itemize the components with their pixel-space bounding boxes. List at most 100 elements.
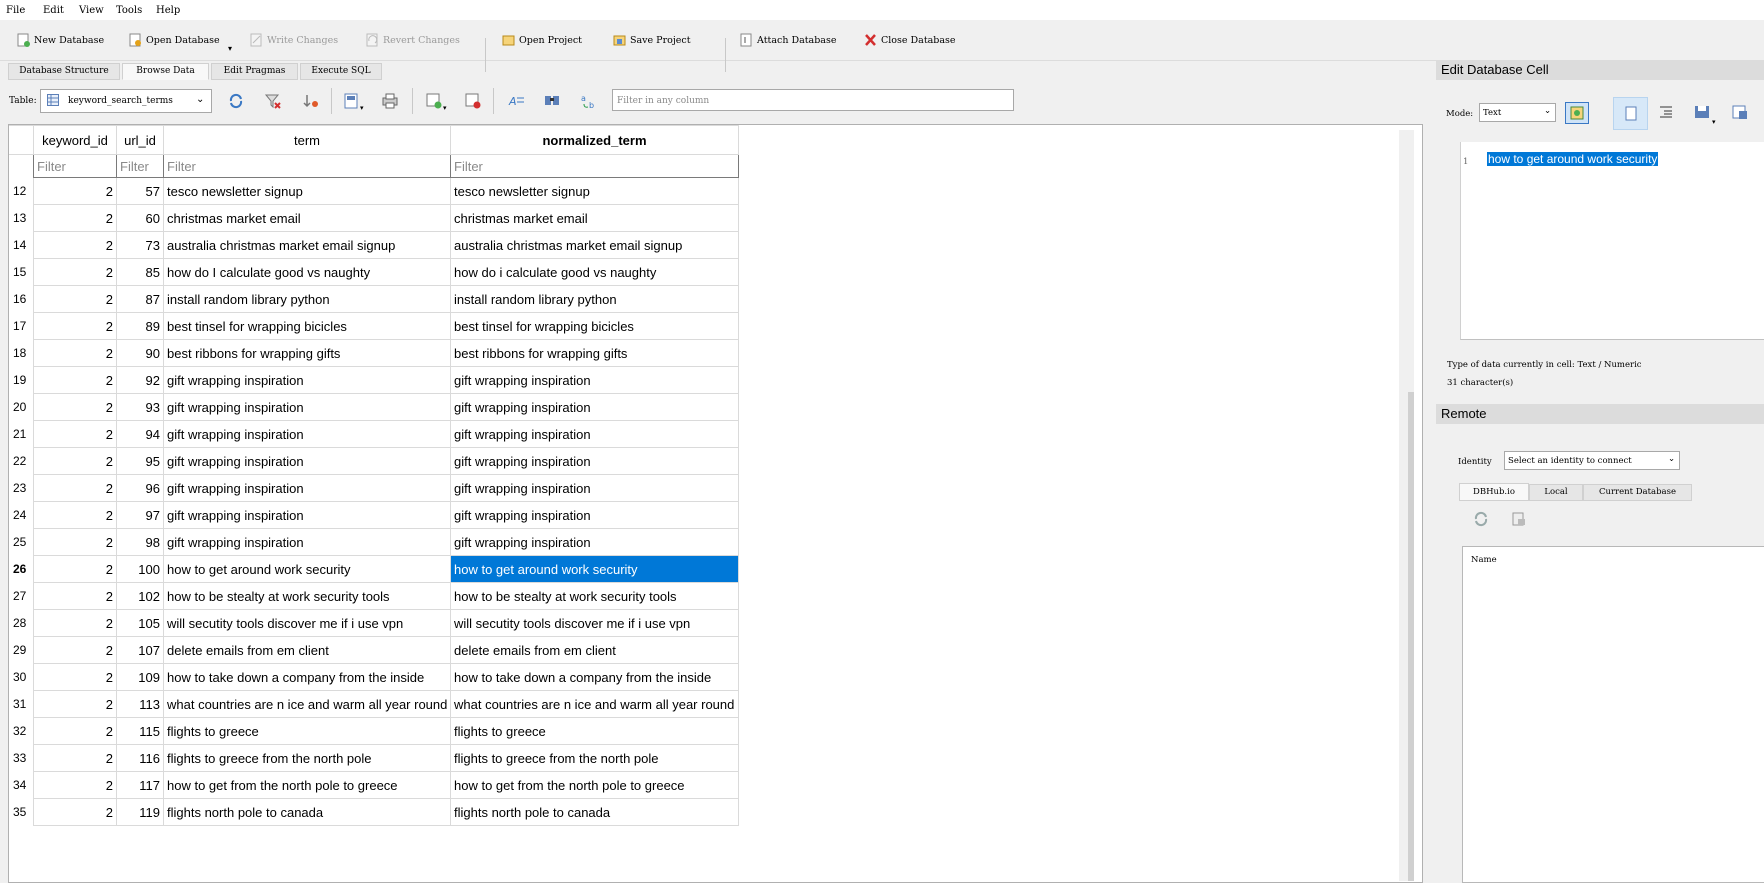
cell-url-id[interactable]: 98: [116, 528, 164, 556]
table-row[interactable]: 24 2 97 gift wrapping inspiration gift wrapp…: [9, 501, 739, 529]
row-number[interactable]: 30: [9, 663, 34, 691]
cell-term[interactable]: australia christmas market email signup: [163, 231, 451, 259]
auto-switch-mode-button[interactable]: [1565, 102, 1589, 124]
cell-term[interactable]: gift wrapping inspiration: [163, 528, 451, 556]
cell-term[interactable]: tesco newsletter signup: [163, 177, 451, 205]
cell-normalized-term[interactable]: tesco newsletter signup: [450, 177, 739, 205]
table-row[interactable]: 29 2 107 delete emails from em client delete…: [9, 636, 739, 664]
cell-term[interactable]: gift wrapping inspiration: [163, 366, 451, 394]
table-row[interactable]: 12 2 57 tesco newsletter signup tesco newsle…: [9, 177, 739, 205]
cell-keyword-id[interactable]: 2: [33, 312, 117, 340]
table-row[interactable]: 15 2 85 how do I calculate good vs naughty h…: [9, 258, 739, 286]
menu-tools[interactable]: Tools: [116, 5, 142, 16]
cell-keyword-id[interactable]: 2: [33, 771, 117, 799]
scrollbar-thumb[interactable]: [1408, 392, 1414, 881]
cell-normalized-term[interactable]: gift wrapping inspiration: [450, 447, 739, 475]
tab-database-structure[interactable]: Database Structure: [8, 63, 120, 80]
cell-url-id[interactable]: 90: [116, 339, 164, 367]
cell-keyword-id[interactable]: 2: [33, 231, 117, 259]
find-icon[interactable]: [543, 92, 561, 110]
cell-term[interactable]: how to get around work security: [163, 555, 451, 583]
row-number[interactable]: 15: [9, 258, 34, 286]
table-row[interactable]: 14 2 73 australia christmas market email si…: [9, 231, 739, 259]
editor-content[interactable]: how to get around work security: [1487, 152, 1659, 166]
table-row[interactable]: 34 2 117 how to get from the north pole to …: [9, 771, 739, 799]
cell-url-id[interactable]: 95: [116, 447, 164, 475]
column-header-normalized-term[interactable]: normalized_term: [450, 125, 739, 155]
cell-term[interactable]: christmas market email: [163, 204, 451, 232]
cell-term[interactable]: flights to greece: [163, 717, 451, 745]
cell-keyword-id[interactable]: 2: [33, 285, 117, 313]
cell-keyword-id[interactable]: 2: [33, 744, 117, 772]
cell-keyword-id[interactable]: 2: [33, 555, 117, 583]
table-row[interactable]: 23 2 96 gift wrapping inspiration gift wrapp…: [9, 474, 739, 502]
clear-sorting-icon[interactable]: [302, 92, 320, 110]
table-row[interactable]: 31 2 113 what countries are n ice and warm …: [9, 690, 739, 718]
delete-record-icon[interactable]: [464, 92, 482, 110]
open-database-dropdown-icon[interactable]: ▾: [228, 44, 232, 53]
menu-help[interactable]: Help: [156, 5, 180, 16]
table-row[interactable]: 21 2 94 gift wrapping inspiration gift wrapp…: [9, 420, 739, 448]
row-number[interactable]: 25: [9, 528, 34, 556]
open-project-button[interactable]: Open Project: [502, 28, 582, 52]
row-number[interactable]: 35: [9, 798, 34, 826]
cell-normalized-term[interactable]: will secutity tools discover me if i use…: [450, 609, 739, 637]
row-number[interactable]: 12: [9, 177, 34, 205]
cell-url-id[interactable]: 100: [116, 555, 164, 583]
tab-current-database[interactable]: Current Database: [1583, 484, 1692, 501]
cell-normalized-term[interactable]: gift wrapping inspiration: [450, 420, 739, 448]
save-cell-dropdown-icon[interactable]: ▾: [1712, 118, 1716, 126]
cell-normalized-term[interactable]: how to take down a company from the insi…: [450, 663, 739, 691]
cell-url-id[interactable]: 60: [116, 204, 164, 232]
cell-normalized-term[interactable]: delete emails from em client: [450, 636, 739, 664]
cell-normalized-term[interactable]: how do i calculate good vs naughty: [450, 258, 739, 286]
row-number[interactable]: 13: [9, 204, 34, 232]
row-number[interactable]: 33: [9, 744, 34, 772]
row-number[interactable]: 31: [9, 690, 34, 718]
attach-database-button[interactable]: Attach Database: [740, 28, 836, 52]
indent-icon[interactable]: [1658, 104, 1674, 124]
cell-term[interactable]: flights north pole to canada: [163, 798, 451, 826]
row-number[interactable]: 26: [9, 555, 34, 583]
cell-url-id[interactable]: 93: [116, 393, 164, 421]
cell-normalized-term[interactable]: install random library python: [450, 285, 739, 313]
cell-url-id[interactable]: 102: [116, 582, 164, 610]
table-row[interactable]: 16 2 87 install random library python instal…: [9, 285, 739, 313]
table-row[interactable]: 32 2 115 flights to greece flights to greece: [9, 717, 739, 745]
cell-term[interactable]: best tinsel for wrapping bicicles: [163, 312, 451, 340]
tab-execute-sql[interactable]: Execute SQL: [300, 63, 382, 80]
menu-file[interactable]: File: [6, 5, 25, 16]
cell-normalized-term[interactable]: best ribbons for wrapping gifts: [450, 339, 739, 367]
row-number[interactable]: 22: [9, 447, 34, 475]
cell-normalized-term[interactable]: what countries are n ice and warm all ye…: [450, 690, 739, 718]
cell-url-id[interactable]: 109: [116, 663, 164, 691]
cell-keyword-id[interactable]: 2: [33, 420, 117, 448]
cell-normalized-term[interactable]: gift wrapping inspiration: [450, 528, 739, 556]
table-row[interactable]: 30 2 109 how to take down a company from th…: [9, 663, 739, 691]
table-row[interactable]: 20 2 93 gift wrapping inspiration gift wrapp…: [9, 393, 739, 421]
cell-term[interactable]: install random library python: [163, 285, 451, 313]
cell-term[interactable]: will secutity tools discover me if i use…: [163, 609, 451, 637]
cell-keyword-id[interactable]: 2: [33, 636, 117, 664]
cell-term[interactable]: how do I calculate good vs naughty: [163, 258, 451, 286]
cell-url-id[interactable]: 119: [116, 798, 164, 826]
cell-term[interactable]: gift wrapping inspiration: [163, 420, 451, 448]
table-row[interactable]: 17 2 89 best tinsel for wrapping bicicles be…: [9, 312, 739, 340]
row-number[interactable]: 24: [9, 501, 34, 529]
save-cell-icon[interactable]: [1693, 103, 1711, 125]
cell-keyword-id[interactable]: 2: [33, 474, 117, 502]
remote-refresh-icon[interactable]: [1472, 510, 1490, 532]
tab-edit-pragmas[interactable]: Edit Pragmas: [211, 63, 298, 80]
cell-url-id[interactable]: 107: [116, 636, 164, 664]
filter-normalized-term-input[interactable]: Filter: [450, 154, 739, 178]
cell-keyword-id[interactable]: 2: [33, 501, 117, 529]
table-row[interactable]: 22 2 95 gift wrapping inspiration gift wrapp…: [9, 447, 739, 475]
tab-dbhub[interactable]: DBHub.io: [1459, 483, 1529, 501]
cell-url-id[interactable]: 85: [116, 258, 164, 286]
cell-url-id[interactable]: 117: [116, 771, 164, 799]
cell-url-id[interactable]: 97: [116, 501, 164, 529]
row-number[interactable]: 14: [9, 231, 34, 259]
identity-select[interactable]: Select an identity to connect ⌄: [1504, 451, 1680, 470]
cell-normalized-term[interactable]: gift wrapping inspiration: [450, 393, 739, 421]
cell-keyword-id[interactable]: 2: [33, 204, 117, 232]
